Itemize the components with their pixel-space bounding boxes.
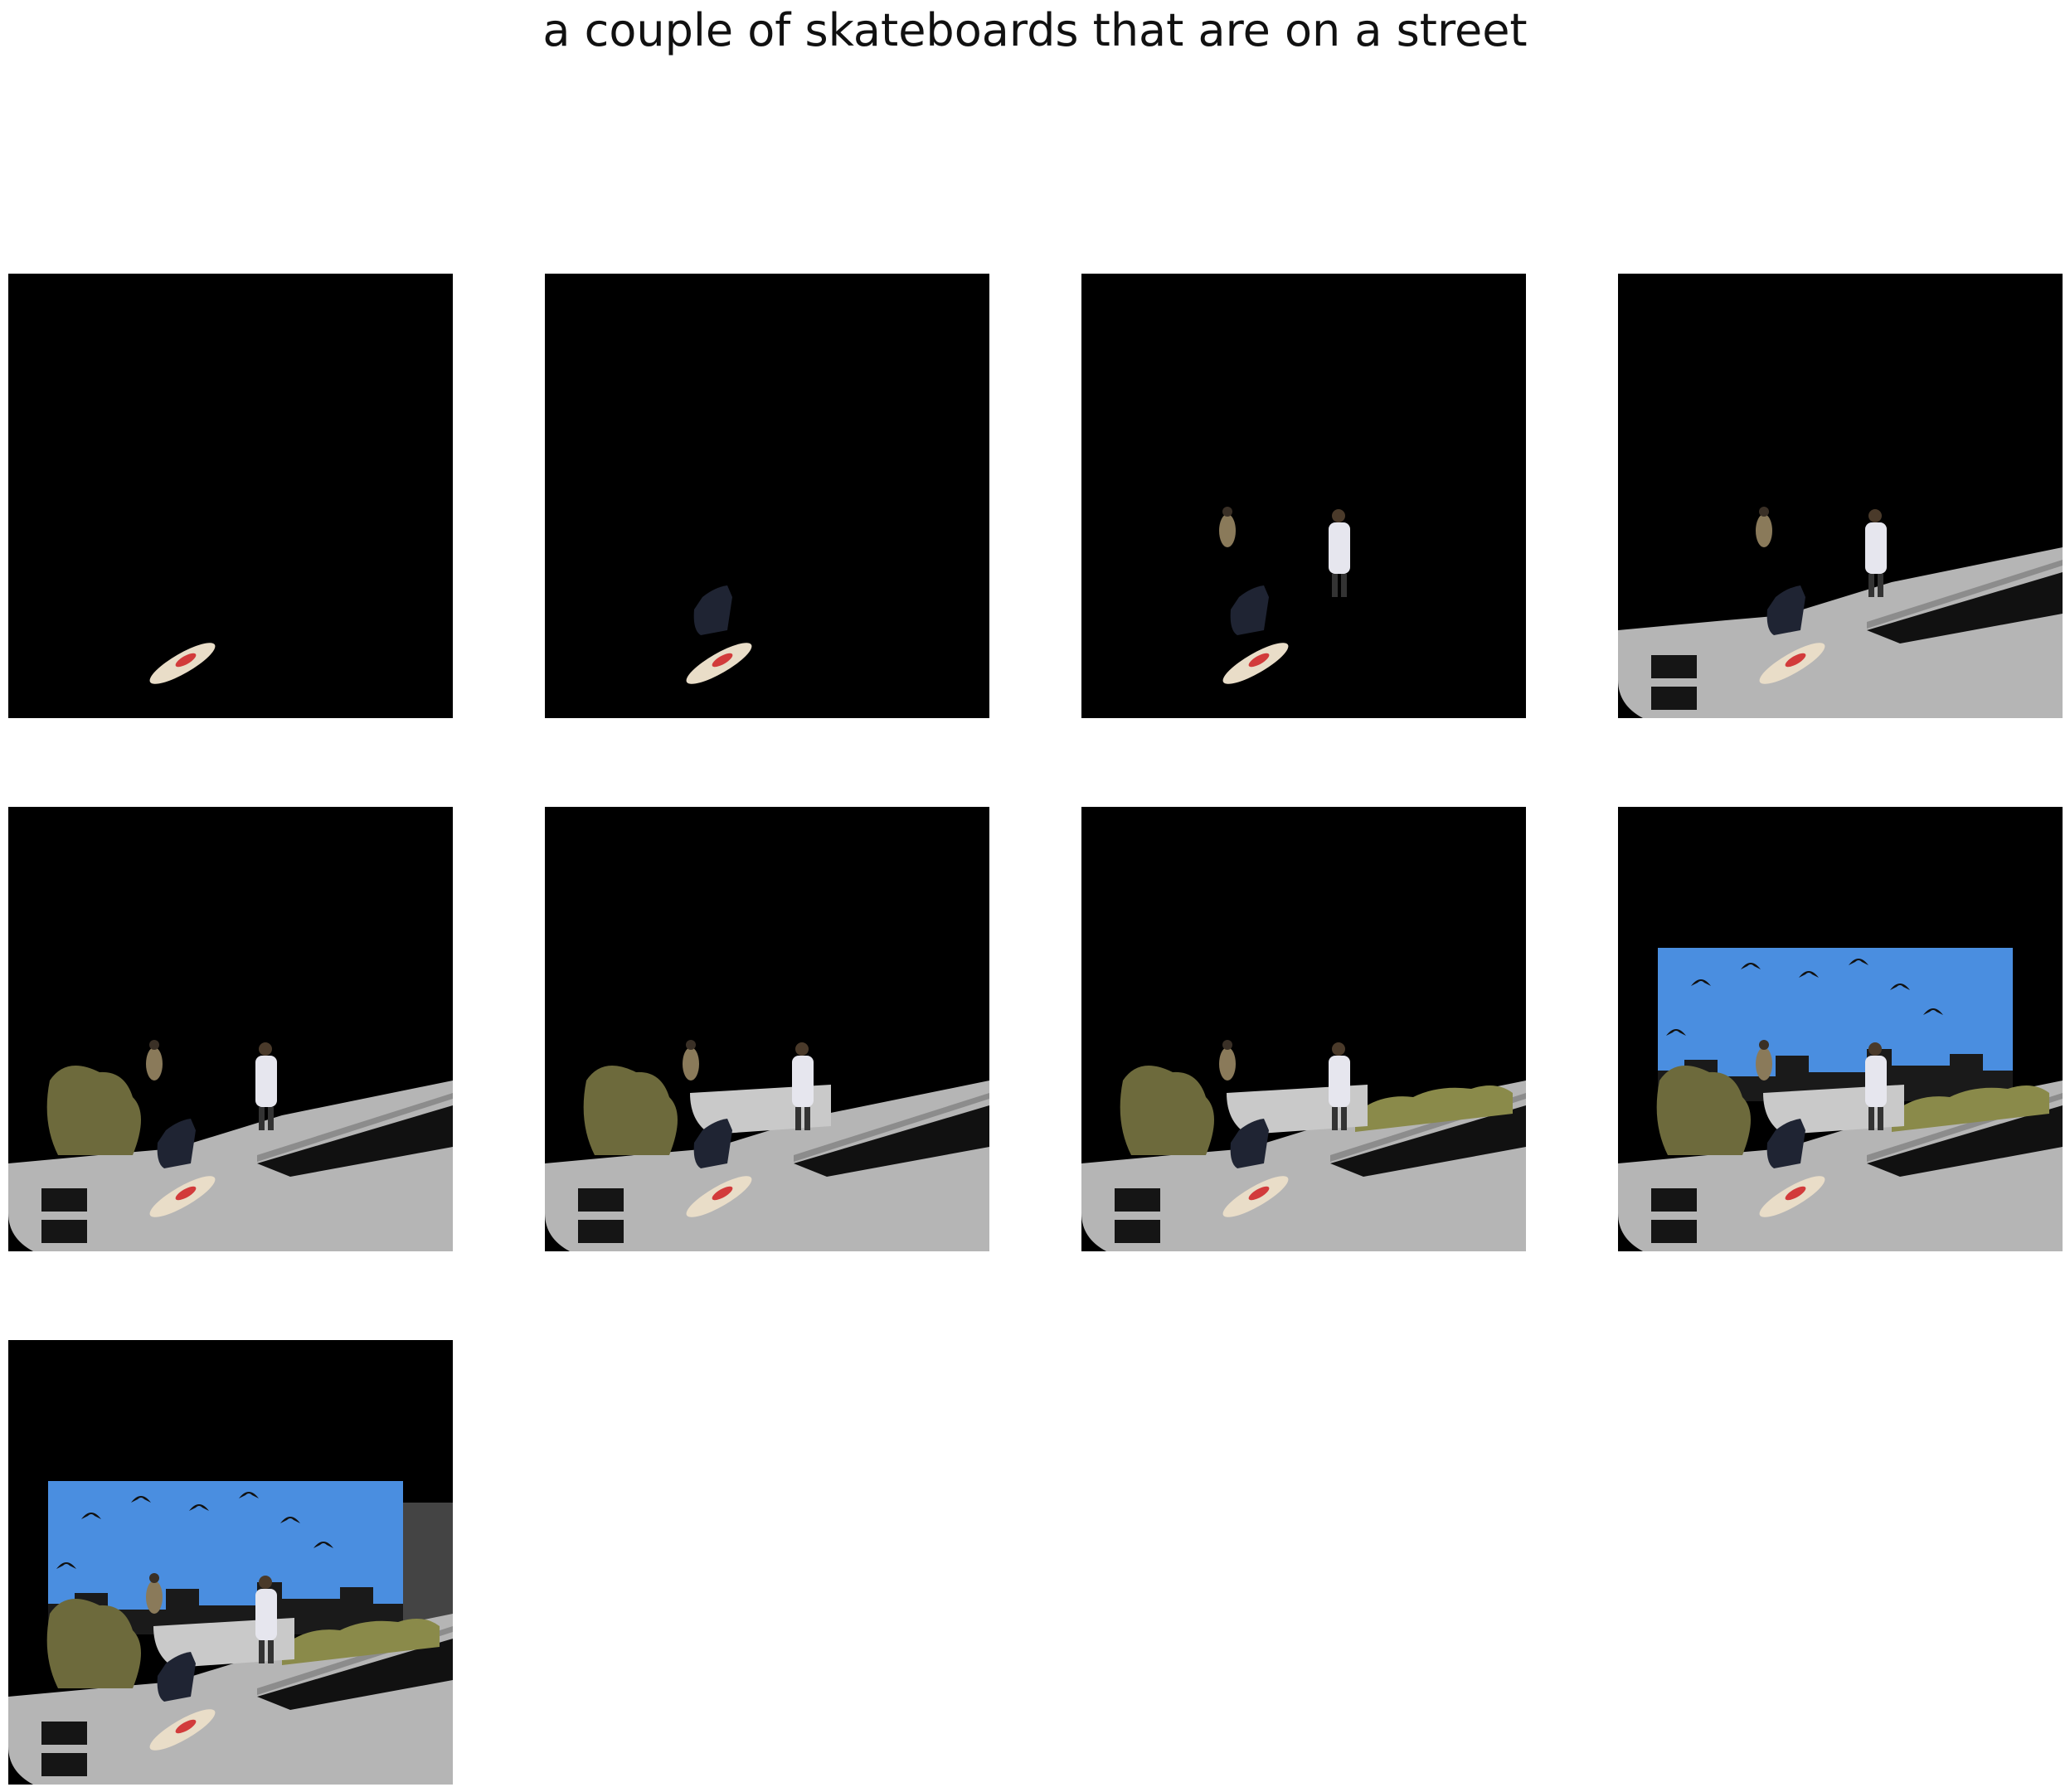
road-sign-1: [1651, 1188, 1697, 1212]
road-sign-2: [578, 1220, 624, 1243]
person-white-body: [255, 1589, 277, 1640]
road-sign-2: [41, 1220, 87, 1243]
person-white-head: [1332, 509, 1345, 522]
person-small-body: [146, 1581, 163, 1614]
wall-layer: [403, 1503, 453, 1627]
panel-7: [1081, 807, 1526, 1251]
person-white-head: [1868, 1042, 1882, 1056]
person-white-body: [1329, 1056, 1350, 1107]
person-white-head: [1332, 1042, 1345, 1056]
person-white-leg: [1878, 1107, 1883, 1130]
person-white-leg: [1868, 574, 1874, 597]
person-small-head: [686, 1040, 696, 1050]
road-sign-2: [1651, 687, 1697, 710]
panel-6-image: [545, 807, 989, 1251]
person-white-head: [795, 1042, 809, 1056]
person-white-body: [255, 1056, 277, 1107]
person-small-head: [149, 1040, 159, 1050]
person-white-body: [792, 1056, 814, 1107]
person-white-leg: [268, 1107, 274, 1130]
road-sign-1: [578, 1188, 624, 1212]
person-white-leg: [259, 1640, 265, 1663]
person-small-body: [1756, 1047, 1772, 1081]
person-white-leg: [259, 1107, 265, 1130]
person-white-head: [259, 1576, 272, 1589]
panel-1: [8, 274, 453, 718]
panel-3: [1081, 274, 1526, 718]
person-small-head: [1222, 1040, 1232, 1050]
person-white-leg: [1332, 574, 1338, 597]
panel-2-image: [545, 274, 989, 718]
panel-background: [545, 274, 989, 718]
figure-title: a couple of skateboards that are on a st…: [542, 4, 1528, 56]
panel-4-image: [1618, 274, 2063, 718]
person-white-leg: [1341, 1107, 1347, 1130]
person-white-body: [1865, 522, 1887, 574]
person-white-head: [1868, 509, 1882, 522]
panel-6: [545, 807, 989, 1251]
panel-5: [8, 807, 453, 1251]
road-sign-1: [1115, 1188, 1160, 1212]
panel-7-image: [1081, 807, 1526, 1251]
person-white-head: [259, 1042, 272, 1056]
road-sign-2: [41, 1753, 87, 1776]
panel-1-image: [8, 274, 453, 718]
panel-8: [1618, 807, 2063, 1251]
road-sign-2: [1651, 1220, 1697, 1243]
panel-background: [8, 274, 453, 718]
panel-8-image: [1618, 807, 2063, 1251]
person-small-head: [1759, 507, 1769, 517]
panel-background: [1081, 274, 1526, 718]
person-white-leg: [795, 1107, 801, 1130]
person-small-body: [683, 1047, 699, 1081]
person-small-head: [149, 1573, 159, 1583]
road-sign-1: [41, 1188, 87, 1212]
person-small-body: [1756, 514, 1772, 547]
panel-9: [8, 1340, 453, 1785]
person-small-head: [1222, 507, 1232, 517]
person-small-head: [1759, 1040, 1769, 1050]
person-small-body: [1219, 514, 1236, 547]
person-white-body: [1865, 1056, 1887, 1107]
panel-9-image: [8, 1340, 453, 1785]
person-white-leg: [1878, 574, 1883, 597]
panel-5-image: [8, 807, 453, 1251]
person-white-leg: [804, 1107, 810, 1130]
person-white-leg: [268, 1640, 274, 1663]
person-white-leg: [1868, 1107, 1874, 1130]
panel-2: [545, 274, 989, 718]
panel-4: [1618, 274, 2063, 718]
person-white-leg: [1341, 574, 1347, 597]
road-sign-1: [41, 1722, 87, 1745]
person-small-body: [146, 1047, 163, 1081]
road-sign-2: [1115, 1220, 1160, 1243]
person-white-leg: [1332, 1107, 1338, 1130]
person-white-body: [1329, 522, 1350, 574]
panel-3-image: [1081, 274, 1526, 718]
person-small-body: [1219, 1047, 1236, 1081]
road-sign-1: [1651, 655, 1697, 678]
